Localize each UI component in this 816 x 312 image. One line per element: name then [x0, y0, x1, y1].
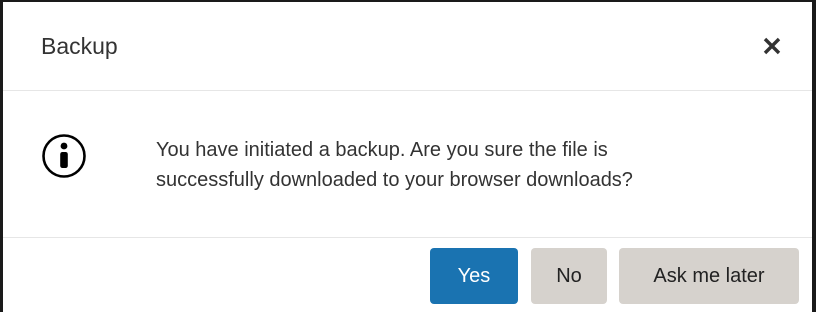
message-line-2: successfully downloaded to your browser … — [156, 169, 633, 191]
message-line-1: You have initiated a backup. Are you sur… — [156, 139, 608, 161]
close-icon — [763, 37, 781, 55]
dialog-title: Backup — [41, 33, 118, 59]
dialog-footer: Yes No Ask me later — [3, 238, 812, 312]
dialog-body: You have initiated a backup. Are you sur… — [3, 91, 812, 238]
info-circle-icon — [42, 134, 86, 178]
close-button[interactable] — [754, 28, 790, 64]
ask-me-later-button[interactable]: Ask me later — [619, 248, 799, 304]
dialog-message: You have initiated a backup. Are you sur… — [156, 135, 776, 195]
no-button[interactable]: No — [531, 248, 607, 304]
yes-button[interactable]: Yes — [430, 248, 518, 304]
backup-dialog: Backup You have initiated a backup. Are … — [0, 0, 816, 312]
dialog-header: Backup — [3, 2, 812, 91]
